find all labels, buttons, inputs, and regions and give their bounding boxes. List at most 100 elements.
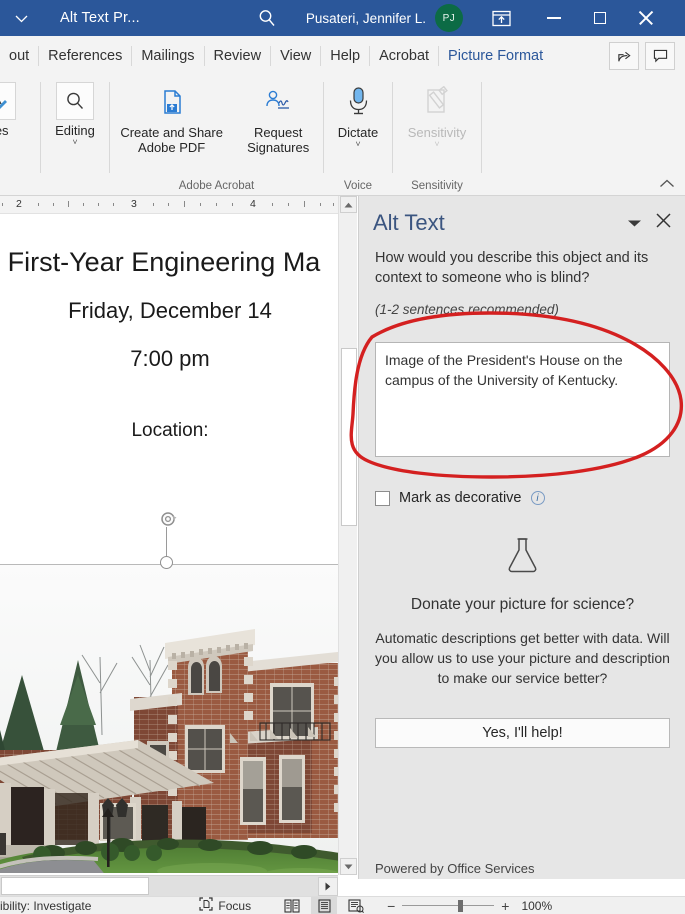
- document-vertical-scrollbar[interactable]: [338, 196, 357, 875]
- request-signatures-label: Request Signatures: [247, 125, 310, 155]
- avatar[interactable]: PJ: [434, 4, 463, 32]
- tab-mailings[interactable]: Mailings: [132, 36, 203, 76]
- web-layout-button[interactable]: [343, 897, 369, 914]
- hscroll-thumb[interactable]: [1, 877, 149, 895]
- ribbon-group-styles: yles ⱽ: [0, 76, 40, 195]
- sensitivity-caret-icon[interactable]: ⱽ: [435, 141, 439, 153]
- styles-button[interactable]: yles ⱽ: [0, 82, 24, 151]
- alt-text-pane: Alt Text How would you describe this obj…: [358, 196, 685, 879]
- autosave-caret-icon[interactable]: [0, 0, 42, 36]
- web-layout-icon: [348, 898, 365, 913]
- zoom-track[interactable]: [402, 899, 495, 912]
- document-image[interactable]: [0, 564, 340, 873]
- mark-as-decorative-row[interactable]: Mark as decorative i: [375, 490, 545, 506]
- maximize-icon: [593, 12, 606, 24]
- close-icon[interactable]: [656, 213, 671, 233]
- powered-by-label: Powered by Office Services: [375, 861, 535, 876]
- ribbon-group-label-voice: Voice: [343, 180, 373, 192]
- ruler-mark: 3: [131, 198, 137, 210]
- ribbon-tab-bar: out References Mailings Review View Help…: [0, 36, 685, 76]
- horizontal-ruler[interactable]: 2 3 4: [0, 196, 340, 214]
- minimize-icon: [546, 17, 561, 19]
- focus-label: Focus: [218, 898, 252, 913]
- ribbon-display-options-icon[interactable]: [483, 0, 521, 36]
- dictate-label: Dictate: [337, 125, 379, 140]
- dictate-caret-icon[interactable]: ⱽ: [356, 141, 360, 153]
- search-icon[interactable]: [250, 0, 284, 36]
- rotate-handle-icon[interactable]: [160, 511, 177, 527]
- scroll-up-button[interactable]: [340, 196, 357, 213]
- print-layout-button[interactable]: [311, 896, 338, 914]
- dictate-button[interactable]: Dictate ⱽ: [330, 82, 386, 153]
- collapse-ribbon-button[interactable]: [659, 176, 675, 191]
- editing-caret-icon[interactable]: ⱽ: [73, 139, 77, 151]
- word-window: Alt Text Pr... Pusateri, Jennifer L. PJ …: [0, 0, 685, 914]
- zoom-in-button[interactable]: +: [501, 899, 509, 913]
- ribbon-group-label-sensitivity: Sensitivity: [411, 180, 463, 192]
- request-signatures-button[interactable]: Request Signatures: [236, 82, 321, 155]
- tab-picture-format[interactable]: Picture Format: [439, 36, 552, 76]
- sensitivity-label-icon: [417, 82, 457, 122]
- donate-body: Automatic descriptions get better with d…: [375, 630, 670, 686]
- tab-help[interactable]: Help: [321, 36, 369, 76]
- mark-as-decorative-checkbox[interactable]: [375, 490, 390, 506]
- doc-line-date: Friday, December 14: [68, 298, 272, 323]
- read-mode-button[interactable]: [279, 897, 305, 914]
- ruler-mark: 4: [250, 198, 256, 210]
- create-and-share-adobe-pdf-label: Create and Share Adobe PDF: [120, 125, 223, 155]
- zoom-thumb[interactable]: [458, 899, 464, 912]
- focus-button[interactable]: Focus: [199, 897, 251, 914]
- info-icon[interactable]: i: [530, 491, 545, 505]
- tab-layout[interactable]: out: [0, 36, 38, 76]
- maximize-button[interactable]: [577, 0, 623, 36]
- search-icon: [56, 82, 94, 120]
- ribbon-group-label-styles: [0, 177, 40, 195]
- ribbon-group-sensitivity: Sensitivity ⱽ Sensitivity: [393, 76, 481, 195]
- doc-heading-title: First-Year Engineering Ma: [7, 247, 321, 277]
- title-bar: Alt Text Pr... Pusateri, Jennifer L. PJ: [0, 0, 685, 36]
- zoom-slider[interactable]: − +: [387, 899, 509, 913]
- scroll-down-button[interactable]: [340, 858, 357, 875]
- minimize-button[interactable]: [531, 0, 577, 36]
- zoom-out-button[interactable]: −: [387, 899, 395, 913]
- print-layout-icon: [318, 898, 331, 913]
- sensitivity-button[interactable]: Sensitivity ⱽ: [400, 82, 475, 153]
- editing-button[interactable]: Editing ⱽ: [47, 82, 103, 151]
- alt-text-prompt: How would you describe this object and i…: [375, 250, 649, 286]
- tab-references[interactable]: References: [39, 36, 131, 76]
- donate-title: Donate your picture for science?: [410, 596, 635, 613]
- document-page[interactable]: First-Year Engineering Ma Friday, Decemb…: [0, 215, 340, 873]
- flask-icon: [506, 536, 539, 579]
- ribbon-group-label-editing: [41, 177, 109, 195]
- top-resize-handle[interactable]: [160, 556, 173, 569]
- alt-text-hint: (1-2 sentences recommended): [375, 302, 559, 317]
- doc-line-time: 7:00 pm: [130, 346, 210, 371]
- ribbon-group-voice: Dictate ⱽ Voice: [324, 76, 392, 195]
- tab-view[interactable]: View: [271, 36, 320, 76]
- accessibility-status[interactable]: ibility: Investigate: [0, 899, 91, 913]
- scroll-thumb[interactable]: [341, 348, 357, 526]
- editing-label: Editing: [55, 123, 95, 138]
- ribbon-group-editing: Editing ⱽ: [41, 76, 109, 195]
- mark-as-decorative-label: Mark as decorative: [399, 490, 522, 506]
- styles-label: yles: [0, 123, 9, 138]
- ribbon-group-divider: [481, 82, 482, 173]
- close-icon: [638, 10, 654, 26]
- yes-ill-help-button[interactable]: Yes, I'll help!: [375, 718, 670, 748]
- ribbon-group-label-adobe-acrobat: Adobe Acrobat: [178, 180, 255, 192]
- share-button[interactable]: [609, 42, 639, 70]
- create-and-share-adobe-pdf-button[interactable]: Create and Share Adobe PDF: [112, 82, 231, 155]
- alt-text-input[interactable]: Image of the President's House on the ca…: [375, 342, 670, 457]
- create-share-pdf-icon: [152, 82, 192, 122]
- chevron-down-icon[interactable]: [627, 216, 656, 231]
- document-horizontal-scrollbar[interactable]: [0, 875, 338, 896]
- sensitivity-label: Sensitivity: [407, 125, 467, 140]
- scroll-right-button[interactable]: [318, 877, 338, 896]
- doc-line-location: Location:: [131, 420, 209, 441]
- zoom-percent[interactable]: 100%: [521, 899, 552, 913]
- tab-review[interactable]: Review: [205, 36, 271, 76]
- tab-acrobat[interactable]: Acrobat: [370, 36, 438, 76]
- comments-button[interactable]: [645, 42, 675, 70]
- close-button[interactable]: [623, 0, 669, 36]
- account-name[interactable]: Pusateri, Jennifer L.: [306, 11, 426, 26]
